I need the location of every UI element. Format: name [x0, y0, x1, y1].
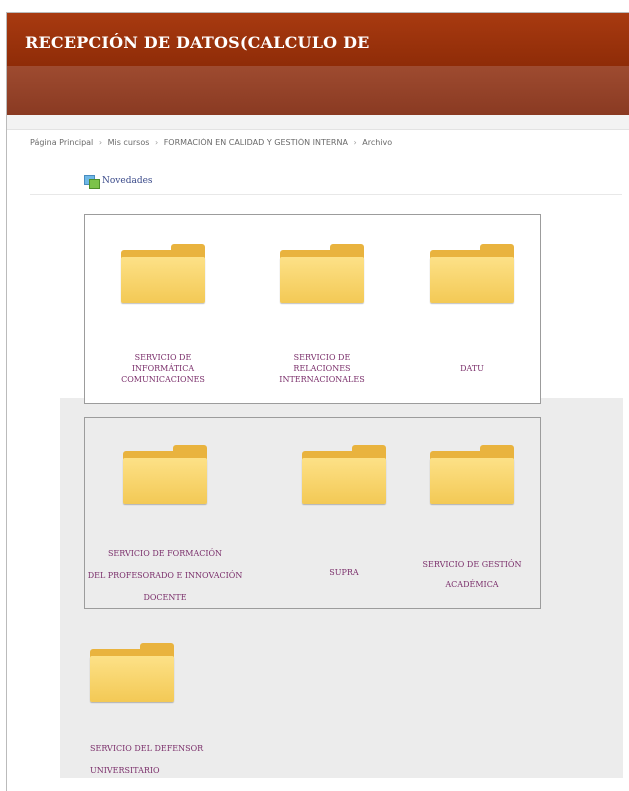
divider	[30, 194, 622, 195]
folder-icon	[123, 445, 207, 505]
folder-item[interactable]: DATU	[430, 244, 514, 374]
folder-icon	[430, 445, 514, 505]
news-forum-link[interactable]: Novedades	[84, 172, 153, 190]
folder-label[interactable]: SERVICIO DE GESTIÓN ACADÉMICA	[423, 555, 522, 595]
header-strip	[7, 115, 629, 130]
breadcrumb-separator: ›	[154, 138, 159, 147]
folder-label[interactable]: SERVICIO DEL DEFENSOR UNIVERSITARIO	[90, 738, 203, 782]
breadcrumb-course[interactable]: FORMACIÓN EN CALIDAD Y GESTIÓN INTERNA	[164, 138, 348, 147]
folder-icon	[430, 244, 514, 304]
folder-item[interactable]: SERVICIO DE RELACIONES INTERNACIONALES	[252, 244, 392, 385]
folder-icon	[280, 244, 364, 304]
folder-label[interactable]: SERVICIO DE FORMACIÓN DEL PROFESORADO E …	[88, 543, 243, 609]
folder-label[interactable]: SUPRA	[329, 567, 358, 578]
folder-label[interactable]: SERVICIO DE INFORMÁTICA COMUNICACIONES	[121, 352, 205, 385]
folder-icon	[90, 643, 174, 703]
folder-item[interactable]: SERVICIO DE GESTIÓN ACADÉMICA	[423, 445, 521, 595]
breadcrumb-courses[interactable]: Mis cursos	[108, 138, 150, 147]
forum-icon	[84, 174, 100, 189]
breadcrumb-home[interactable]: Página Principal	[30, 138, 93, 147]
folder-item[interactable]	[90, 643, 174, 703]
breadcrumb-current: Archivo	[362, 138, 393, 147]
news-forum-label: Novedades	[102, 176, 153, 186]
folder-label[interactable]: SERVICIO DE RELACIONES INTERNACIONALES	[279, 352, 364, 385]
folder-item[interactable]: SERVICIO DE FORMACIÓN DEL PROFESORADO E …	[88, 445, 243, 609]
folder-item[interactable]: SERVICIO DE INFORMÁTICA COMUNICACIONES	[93, 244, 233, 385]
folder-icon	[121, 244, 205, 304]
folder-label[interactable]: DATU	[460, 363, 484, 374]
page-title: RECEPCIÓN DE DATOS(CALCULO DE	[25, 33, 370, 52]
breadcrumb-separator: ›	[98, 138, 103, 147]
sub-header-bar	[7, 66, 629, 115]
breadcrumb: Página Principal › Mis cursos › FORMACIÓ…	[30, 138, 620, 147]
breadcrumb-separator: ›	[353, 138, 357, 147]
header-bar: RECEPCIÓN DE DATOS(CALCULO DE	[7, 13, 629, 66]
folder-icon	[302, 445, 386, 505]
folder-item[interactable]: SUPRA	[302, 445, 386, 578]
